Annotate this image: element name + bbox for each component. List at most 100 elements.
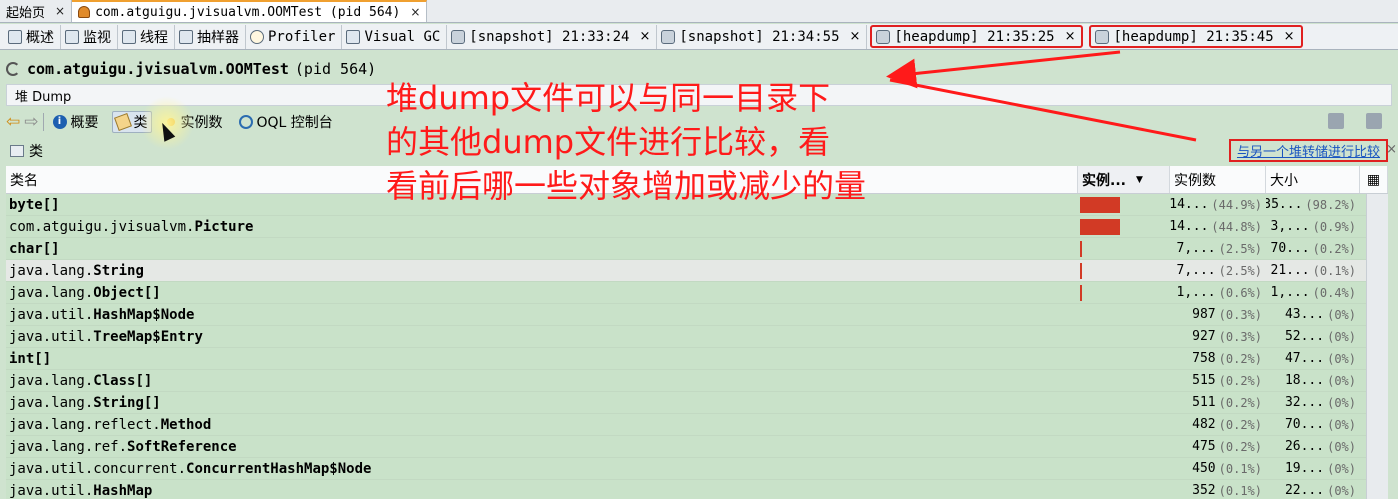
size-cell: 22... (0%) (1266, 480, 1360, 499)
snapshot-icon (661, 29, 676, 44)
instances-count: 14... (1170, 219, 1209, 234)
vertical-scrollbar[interactable] (1366, 194, 1388, 499)
class-package: java.lang.reflect. (9, 416, 161, 433)
size-value: 70... (1284, 417, 1325, 432)
instances-bar-cell (1078, 216, 1170, 237)
class-name-cell: java.util. HashMap (6, 480, 1078, 499)
view-tab[interactable]: 抽样器 (175, 24, 246, 49)
java-cup-icon (78, 6, 91, 18)
tab-label: 起始页 (6, 5, 46, 21)
monitor-icon (65, 29, 79, 44)
instances-count: 14... (1170, 197, 1209, 212)
view-tab[interactable]: [snapshot] 21:34:55 × (657, 24, 868, 49)
settings-icon[interactable] (1366, 113, 1382, 129)
size-value: 21... (1270, 263, 1310, 278)
summary-button[interactable]: i 概要 (50, 111, 102, 133)
instances-count: 7,... (1176, 263, 1216, 278)
view-tab-bar: 概述 监视 线程 抽样器 Profiler Visual GC [snapshot] 21:… (0, 24, 1398, 50)
size-value: 18... (1284, 373, 1325, 388)
profiler-icon (250, 29, 264, 44)
view-tab[interactable]: Visual GC (342, 24, 448, 49)
class-package: java.util.concurrent. (9, 460, 187, 477)
instances-percent: (0.2%) (1218, 373, 1262, 388)
instances-bar-cell (1078, 370, 1170, 391)
save-icon[interactable] (1328, 113, 1344, 129)
summary-label: 概要 (70, 115, 99, 131)
back-arrow-icon[interactable]: ⇦ (6, 112, 20, 132)
column-instances-bar[interactable]: 实例... ▼ (1078, 166, 1170, 193)
size-value: 43... (1284, 307, 1325, 322)
view-tab[interactable]: 线程 (118, 24, 175, 49)
table-row[interactable]: java.lang. String 7,... (2.5%) 21... (0.1%) (6, 260, 1388, 282)
instances-count: 927 (1192, 329, 1216, 344)
view-tab[interactable]: [heapdump] 21:35:45 × (1089, 25, 1303, 48)
table-row[interactable]: char[] 7,... (2.5%) 70... (0.2%) (6, 238, 1388, 260)
tab-oomtest[interactable]: com.atguigu.jvisualvm.OOMTest (pid 564) … (72, 0, 428, 22)
view-tab-label: Visual GC (364, 28, 441, 45)
table-row[interactable]: java.lang.ref. SoftReference 475 (0.2%) 26..… (6, 436, 1388, 458)
table-row[interactable]: java.util. TreeMap$Entry 927 (0.3%) 52... (0%… (6, 326, 1388, 348)
instances-count-cell: 515 (0.2%) (1170, 370, 1266, 391)
table-row[interactable]: java.util. HashMap 352 (0.1%) 22... (0%) (6, 480, 1388, 499)
class-name-cell: java.lang.reflect. Method (6, 414, 1078, 435)
instances-count-cell: 987 (0.3%) (1170, 304, 1266, 325)
table-row[interactable]: java.lang.reflect. Method 482 (0.2%) 70... (0… (6, 414, 1388, 436)
class-package: java.util. (9, 306, 94, 323)
size-percent: (0%) (1327, 351, 1356, 366)
size-cell: 21... (0.1%) (1266, 260, 1360, 281)
oql-console-button[interactable]: OQL 控制台 (236, 111, 336, 133)
column-instances[interactable]: 实例数 (1170, 166, 1266, 193)
size-value: 26... (1284, 439, 1325, 454)
annotation-line: 堆dump文件可以与同一目录下 (386, 79, 831, 117)
table-row[interactable]: java.lang. String[] 511 (0.2%) 32... (0%) (6, 392, 1388, 414)
size-value: 35... (1266, 197, 1303, 212)
instances-percent: (44.9%) (1211, 197, 1262, 212)
table-row[interactable]: com.atguigu.jvisualvm. Picture 14... (44.8%… (6, 216, 1388, 238)
instances-bar (1080, 196, 1120, 213)
column-size[interactable]: 大小 (1266, 166, 1360, 193)
view-tab[interactable]: [heapdump] 21:35:25 × (870, 25, 1084, 48)
class-package: java.lang. (9, 394, 94, 411)
class-name-cell: java.lang. Class[] (6, 370, 1078, 391)
size-percent: (0%) (1327, 395, 1356, 410)
view-tab-label: 概述 (26, 29, 54, 46)
table-row[interactable]: java.lang. Class[] 515 (0.2%) 18... (0%) (6, 370, 1388, 392)
instances-bar-cell (1078, 458, 1170, 479)
forward-arrow-icon[interactable]: ⇨ (24, 112, 38, 132)
table-row[interactable]: java.util.concurrent. ConcurrentHashMap$N… (6, 458, 1388, 480)
class-simple-name: ConcurrentHashMap$Node (186, 460, 372, 477)
size-cell: 26... (0%) (1266, 436, 1360, 457)
class-simple-name: char[] (9, 240, 60, 257)
view-tab[interactable]: [snapshot] 21:33:24 × (447, 24, 658, 49)
view-tab[interactable]: 监视 (61, 24, 118, 49)
annotation-line: 的其他dump文件进行比较，看 (386, 123, 831, 161)
tab-label: com.atguigu.jvisualvm.OOMTest (pid 564) (95, 4, 401, 20)
view-tab-label: [snapshot] 21:34:55 (679, 28, 840, 45)
instances-count: 7,... (1176, 241, 1216, 256)
close-icon[interactable]: × (1386, 142, 1397, 157)
column-chooser-icon[interactable]: ▦ (1360, 166, 1388, 193)
class-name-cell: java.lang.ref. SoftReference (6, 436, 1078, 457)
instances-count-cell: 7,... (2.5%) (1170, 260, 1266, 281)
table-row[interactable]: int[] 758 (0.2%) 47... (0%) (6, 348, 1388, 370)
close-icon[interactable]: × (850, 29, 861, 44)
close-icon[interactable]: × (1065, 29, 1076, 44)
size-percent: (0.4%) (1312, 285, 1356, 300)
oql-icon (238, 115, 253, 129)
close-icon[interactable]: × (639, 29, 650, 44)
compare-heap-dump-link[interactable]: 与另一个堆转储进行比较 (1228, 139, 1388, 162)
view-tab-label: 抽样器 (197, 29, 239, 46)
close-icon[interactable]: × (1284, 29, 1295, 44)
table-row[interactable]: java.util. HashMap$Node 987 (0.3%) 43... (0%) (6, 304, 1388, 326)
tab-start-page[interactable]: 起始页 × (0, 0, 73, 22)
close-icon[interactable]: × (55, 4, 65, 18)
close-icon[interactable]: × (410, 5, 420, 19)
view-tab[interactable]: Profiler (246, 24, 343, 49)
size-percent: (0.9%) (1312, 219, 1356, 234)
size-percent: (0.2%) (1312, 241, 1356, 256)
view-tab[interactable]: 概述 (4, 24, 61, 49)
instances-bar (1080, 284, 1082, 301)
size-cell: 3,... (0.9%) (1266, 216, 1360, 237)
class-package: java.lang.ref. (9, 438, 128, 455)
table-row[interactable]: java.lang. Object[] 1,... (0.6%) 1,... (0.4%) (6, 282, 1388, 304)
